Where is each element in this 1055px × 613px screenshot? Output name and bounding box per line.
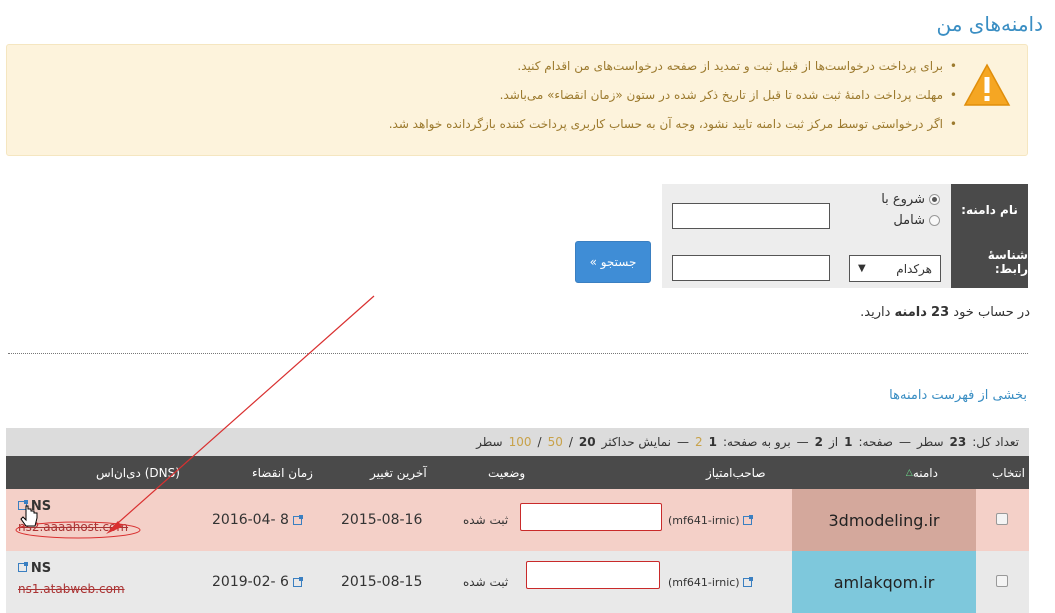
row-checkbox[interactable] [996, 513, 1008, 525]
max-current: 20 [578, 435, 596, 449]
owner-cell: (mf641-irnic) [668, 489, 753, 551]
notice-item: اگر درخواستی توسط مرکز ثبت دامنه تایید ن… [389, 117, 958, 131]
owner-id[interactable]: (mf641-irnic) [668, 576, 740, 589]
notice-item: برای پرداخت درخواست‌ها از قبیل ثبت و تمد… [389, 59, 957, 73]
domain-name[interactable]: amlakqom.ir [792, 551, 976, 613]
table-header: انتخاب △ دامنه صاحب‌امتیاز وضعیت آخرین ت… [6, 456, 1029, 489]
row-checkbox[interactable] [996, 575, 1008, 587]
header-owner: صاحب‌امتیاز [706, 465, 766, 480]
domain-count-summary: در حساب خود 23 دامنه دارید. [860, 305, 1030, 320]
header-dns: دی‌ان‌اس (DNS) [96, 465, 180, 480]
page-title: دامنه‌های من [936, 12, 1043, 36]
search-button[interactable]: جستجو » [575, 241, 651, 283]
separator: — [899, 435, 911, 449]
radio-dot[interactable] [929, 215, 940, 226]
expiry-cell: 2019-02- 6 [212, 551, 303, 613]
radio-starts-with[interactable]: شروع با [881, 192, 940, 207]
section-title: بخشی از فهرست دامنه‌ها [889, 388, 1027, 403]
header-expiry: زمان انقضاء [252, 465, 313, 480]
summary-noun: دامنه [894, 305, 927, 320]
total-label: تعداد کل: [972, 435, 1019, 449]
goto-label: برو به صفحه: [723, 435, 791, 449]
slash: / [537, 435, 542, 449]
ns-link[interactable]: NS [31, 499, 51, 514]
select-value: هرکدام [896, 261, 932, 276]
match-mode-radios: شروع با شامل [881, 192, 940, 234]
separator: — [677, 435, 690, 449]
highlight-box [520, 503, 662, 531]
filter-form: نام دامنه: شروع با شامل شناسهٔ رابط: هرک… [662, 184, 1028, 288]
external-link-icon[interactable] [18, 500, 28, 510]
status-cell: ثبت شده [463, 513, 509, 527]
contact-id-input[interactable] [672, 255, 830, 281]
of-word: از [829, 435, 839, 449]
slash: / [568, 435, 573, 449]
domain-name-input[interactable] [672, 203, 830, 229]
contact-filter-row: شناسهٔ رابط: هرکدام ▼ [662, 236, 1028, 288]
header-status: وضعیت [488, 465, 526, 480]
owner-cell: (mf641-irnic) [668, 551, 753, 613]
ns-host: ns2.aaaahost.com [18, 520, 129, 534]
external-link-icon[interactable] [292, 514, 303, 525]
contact-type-select[interactable]: هرکدام ▼ [849, 255, 941, 282]
rows-word: سطر [917, 435, 944, 449]
divider [8, 353, 1028, 354]
domain-filter-row: نام دامنه: شروع با شامل [662, 184, 1028, 236]
page-label: صفحه: [858, 435, 893, 449]
external-link-icon[interactable] [742, 514, 753, 525]
ns-host: ns1.atabweb.com [18, 582, 125, 596]
table-row: amlakqom.ir (mf641-irnic) ثبت شده 2015-0… [6, 551, 1029, 613]
header-domain-label: دامنه [912, 465, 938, 480]
header-domain[interactable]: △ دامنه [792, 456, 976, 489]
dns-cell: NS ns1.atabweb.com [18, 561, 125, 596]
dns-cell: NS ns2.aaaahost.com [18, 499, 128, 534]
table-row: 3dmodeling.ir (mf641-irnic) ثبت شده 2015… [6, 489, 1029, 551]
header-select: انتخاب [992, 465, 1025, 480]
status-cell: ثبت شده [463, 575, 509, 589]
ns-link[interactable]: NS [31, 561, 51, 576]
rows-word: سطر [476, 435, 503, 449]
header-modified: آخرین تغییر [370, 465, 427, 480]
notice-box: برای پرداخت درخواست‌ها از قبیل ثبت و تمد… [6, 44, 1028, 156]
warning-icon [963, 63, 1011, 106]
owner-id[interactable]: (mf641-irnic) [668, 514, 740, 527]
expiry-date: 2019-02- 6 [212, 574, 289, 590]
expiry-date: 2016-04- 8 [212, 512, 289, 528]
separator: — [796, 435, 809, 449]
pagination-bar: تعداد کل: 23 سطر — صفحه: 1 از 2 — برو به… [6, 428, 1029, 456]
radio-label: شامل [893, 213, 925, 228]
modified-date: 2015-08-15 [341, 574, 423, 590]
domain-name-label: نام دامنه: [951, 184, 1028, 236]
radio-label: شروع با [881, 192, 925, 207]
max-option-link[interactable]: 50 [548, 435, 563, 449]
contact-id-label: شناسهٔ رابط: [951, 236, 1028, 288]
sort-up-icon: △ [905, 467, 913, 478]
notice-list: برای پرداخت درخواست‌ها از قبیل ثبت و تمد… [389, 59, 958, 146]
max-option-link[interactable]: 100 [509, 435, 532, 449]
expiry-cell: 2016-04- 8 [212, 489, 303, 551]
external-link-icon[interactable] [292, 576, 303, 587]
total-count: 23 [949, 435, 967, 449]
max-label: نمایش حداکثر [601, 435, 672, 449]
chevron-down-icon: ▼ [858, 263, 866, 274]
radio-dot[interactable] [929, 194, 940, 205]
goto-current: 1 [708, 435, 718, 449]
external-link-icon[interactable] [742, 576, 753, 587]
domain-name[interactable]: 3dmodeling.ir [792, 489, 976, 551]
external-link-icon[interactable] [18, 562, 28, 572]
summary-prefix: در حساب خود [953, 305, 1030, 320]
page-current: 1 [844, 435, 853, 449]
modified-date: 2015-08-16 [341, 512, 423, 528]
page-total: 2 [814, 435, 824, 449]
notice-item: مهلت پرداخت دامنهٔ ثبت شده تا قبل از تار… [389, 88, 958, 102]
summary-suffix: دارید. [860, 305, 891, 320]
radio-contains[interactable]: شامل [881, 213, 940, 228]
goto-page-link[interactable]: 2 [695, 435, 703, 449]
highlight-box [526, 561, 660, 589]
summary-count: 23 [931, 305, 950, 320]
